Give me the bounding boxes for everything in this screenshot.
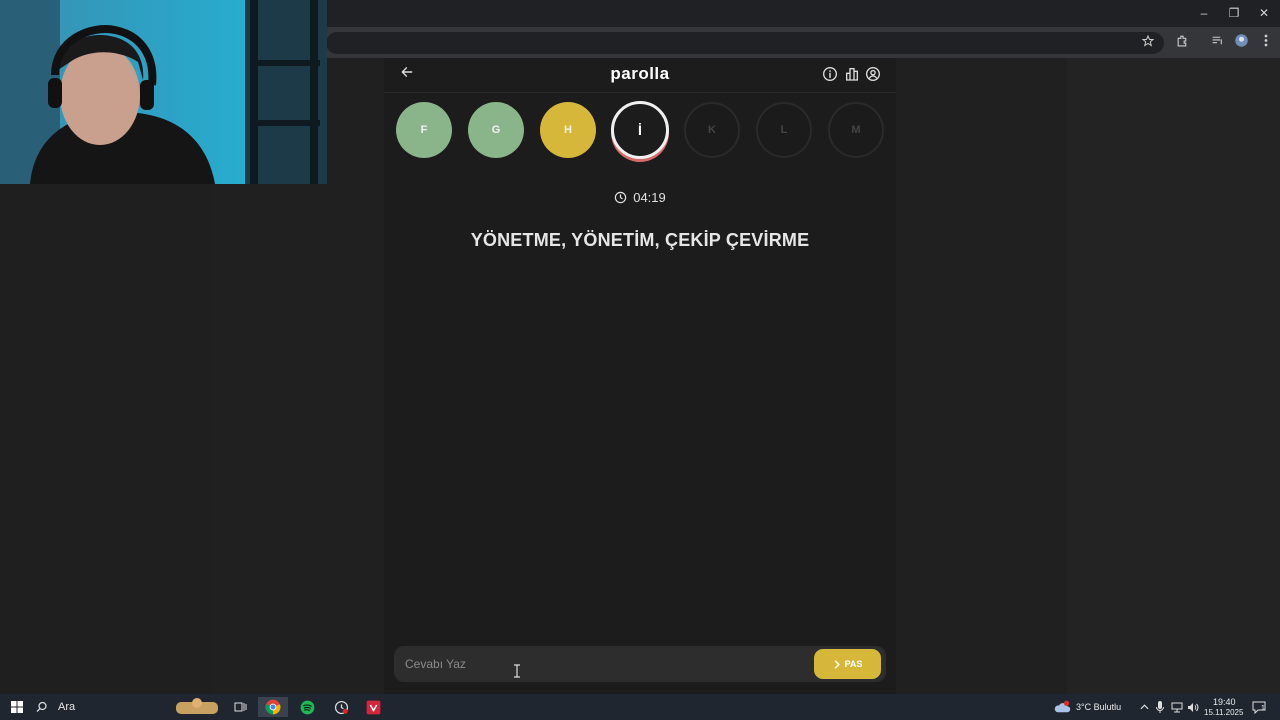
weather-text[interactable]: 3°C Bulutlu xyxy=(1076,702,1121,712)
app-title: parolla xyxy=(610,64,670,83)
letter-circle-k: K xyxy=(684,102,740,158)
clock-date[interactable]: 15.11.2025 xyxy=(1204,708,1243,717)
windows-start-icon[interactable] xyxy=(8,697,26,717)
menu-icon[interactable] xyxy=(1256,33,1276,53)
task-view-icon[interactable] xyxy=(230,697,250,717)
volume-icon[interactable] xyxy=(1186,697,1200,717)
chevron-right-icon xyxy=(834,659,840,669)
app-clock-icon[interactable] xyxy=(330,697,352,717)
profile-icon[interactable] xyxy=(1231,33,1251,53)
media-icon[interactable] xyxy=(1207,33,1227,53)
answer-input[interactable] xyxy=(394,646,794,682)
question-text: YÖNETME, YÖNETİM, ÇEKİP ÇEVİRME xyxy=(470,230,810,250)
notification-icon[interactable]: 1 xyxy=(1250,697,1268,717)
address-bar[interactable] xyxy=(326,32,1164,54)
minimize-button[interactable]: – xyxy=(1189,3,1219,23)
cloud-icon xyxy=(1052,697,1072,717)
letter-circle-i-active: İ xyxy=(611,101,669,159)
game-container: parolla F G H İ K L M 04:19 YÖNETME, YÖN… xyxy=(384,58,896,694)
letter-circle-f: F xyxy=(396,102,452,158)
spotify-icon[interactable] xyxy=(296,697,318,717)
webcam-image xyxy=(0,0,327,184)
taskbar-search[interactable]: Ara xyxy=(36,697,166,717)
red-app-icon[interactable] xyxy=(362,697,384,717)
answer-bar: PAS xyxy=(394,646,886,682)
taskbar: Ara 3°C Bulutlu 19:40 15.11.2025 1 xyxy=(0,694,1280,720)
letter-circle-l: L xyxy=(756,102,812,158)
pass-button[interactable]: PAS xyxy=(814,649,881,679)
text-cursor-icon xyxy=(514,664,522,678)
letter-circle-h: H xyxy=(540,102,596,158)
search-label: Ara xyxy=(58,701,76,713)
close-window-button[interactable]: ✕ xyxy=(1249,3,1279,23)
chevron-up-icon[interactable] xyxy=(1138,697,1150,717)
timer-value: 04:19 xyxy=(633,190,666,205)
extensions-icon[interactable] xyxy=(1172,33,1192,53)
search-icon xyxy=(36,701,47,712)
timer: 04:19 xyxy=(384,190,896,205)
user-icon[interactable] xyxy=(865,66,883,84)
clock-icon xyxy=(614,191,627,204)
pass-button-label: PAS xyxy=(844,659,863,669)
clock-time[interactable]: 19:40 xyxy=(1213,697,1236,707)
webcam-overlay xyxy=(0,0,327,184)
chrome-taskbar-icon[interactable] xyxy=(258,697,288,717)
restore-button[interactable]: ❐ xyxy=(1219,3,1249,23)
network-icon[interactable] xyxy=(1170,697,1184,717)
app-header: parolla xyxy=(384,58,896,93)
notification-count: 1 xyxy=(1261,705,1265,712)
microphone-icon[interactable] xyxy=(1154,697,1166,717)
star-icon[interactable] xyxy=(1138,33,1158,53)
page-right-margin xyxy=(1067,58,1280,694)
letter-track: F G H İ K L M xyxy=(384,101,896,164)
letter-circle-m: M xyxy=(828,102,884,158)
stats-icon[interactable] xyxy=(844,66,862,84)
letter-circle-g: G xyxy=(468,102,524,158)
info-icon[interactable] xyxy=(822,66,840,84)
search-highlight-image xyxy=(172,697,222,717)
